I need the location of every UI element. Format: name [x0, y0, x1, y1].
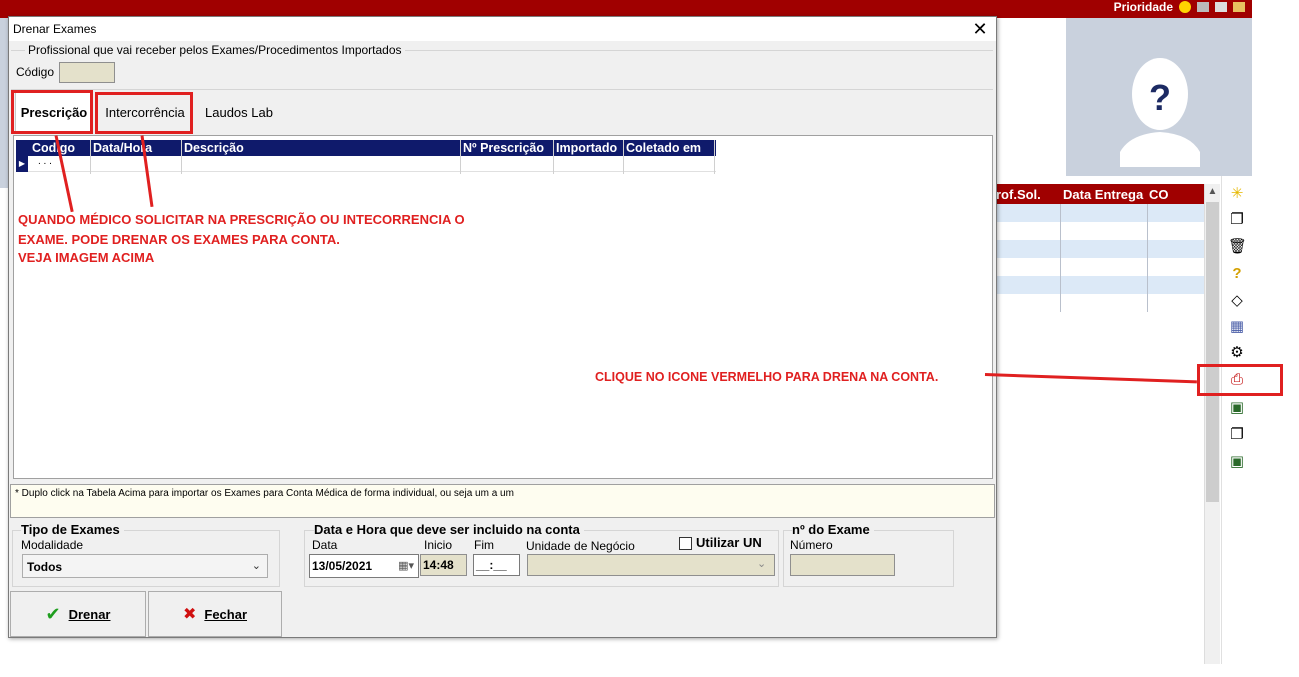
data-value: 13/05/2021 [312, 559, 373, 573]
table-row[interactable]: ▶ . . . [16, 156, 716, 172]
calendar-dropdown-icon[interactable]: ▦▾ [398, 559, 414, 572]
grid-divider [623, 140, 624, 174]
table-row[interactable] [996, 258, 1204, 276]
help-icon[interactable]: ? [1228, 265, 1246, 283]
numero-exame-title: nº do Exame [792, 522, 874, 537]
annotation-note-line-2: EXAME. PODE DRENAR OS EXAMES PARA CONTA. [18, 232, 340, 247]
eraser-icon[interactable]: ◇ [1228, 292, 1246, 310]
row-placeholder: . . . [38, 156, 52, 167]
close-icon[interactable]: ✕ [972, 19, 988, 39]
monitor-icon-2[interactable]: ▣ [1228, 453, 1246, 471]
inicio-label: Inicio [424, 538, 453, 552]
bg-table-header: rof.Sol. Data Entrega CO [996, 184, 1204, 204]
scroll-thumb[interactable] [1206, 202, 1219, 502]
data-hora-title: Data e Hora que deve ser incluido na con… [314, 522, 584, 537]
codigo-label: Código [16, 65, 55, 79]
col-n-prescricao[interactable]: Nº Prescrição [463, 141, 544, 155]
utilizar-un-checkbox[interactable] [679, 537, 692, 550]
col-coletado-em[interactable]: Coletado em [626, 141, 701, 155]
alert-small-icon[interactable] [1233, 2, 1245, 12]
trash-icon[interactable]: 🗑 [1228, 238, 1247, 256]
grid-divider [90, 140, 91, 174]
annotation-note-line-3: VEJA IMAGEM ACIMA [18, 250, 155, 265]
data-picker[interactable]: 13/05/2021 ▦▾ [309, 554, 419, 578]
monitor-icon[interactable]: ▣ [1228, 399, 1246, 417]
scroll-up-icon[interactable]: ▲ [1205, 184, 1220, 200]
dialog-title: Drenar Exames [13, 22, 97, 36]
help-circle-icon[interactable] [1179, 1, 1191, 13]
bg-col-divider [1147, 204, 1148, 312]
info-hint: * Duplo click na Tabela Acima para impor… [10, 484, 995, 518]
user-settings-icon[interactable]: ⚙ [1228, 344, 1246, 362]
tipo-exames-title: Tipo de Exames [21, 522, 124, 537]
numero-input[interactable] [790, 554, 895, 576]
annotation-note-line-1: QUANDO MÉDICO SOLICITAR NA PRESCRIÇÃO OU… [18, 212, 465, 227]
fim-input[interactable]: __:__ [473, 554, 520, 576]
annotation-click-note: CLIQUE NO ICONE VERMELHO PARA DRENA NA C… [595, 370, 939, 384]
app-left-strip [0, 18, 8, 188]
priority-label: Prioridade [1113, 0, 1173, 14]
grid-divider [460, 140, 461, 174]
table-row[interactable] [996, 240, 1204, 258]
col-codigo[interactable]: Codigo [32, 141, 75, 155]
table-row[interactable] [996, 276, 1204, 294]
data-label: Data [312, 538, 338, 552]
table-row[interactable] [996, 222, 1204, 240]
unidade-label: Unidade de Negócio [526, 539, 635, 553]
calendar-icon[interactable]: ▦ [1228, 318, 1246, 336]
highlight-intercorrencia-tab [95, 92, 193, 134]
grid-divider [181, 140, 182, 174]
bg-vertical-scrollbar[interactable]: ▲ [1204, 184, 1220, 664]
group-border [11, 89, 993, 90]
tab-laudos-lab[interactable]: Laudos Lab [197, 92, 281, 132]
close-x-icon: ✖ [182, 606, 197, 623]
highlight-print-red-icon [1197, 364, 1283, 396]
drenar-button[interactable]: ✔ Drenar [10, 591, 146, 637]
bg-col-co: CO [1149, 186, 1169, 202]
fim-label: Fim [474, 538, 494, 552]
table-row[interactable] [996, 204, 1204, 222]
bg-col-divider [1060, 204, 1061, 312]
professional-group-title: Profissional que vai receber pelos Exame… [25, 43, 405, 57]
documents-icon[interactable]: ❐ [1228, 426, 1246, 444]
unknown-person-icon: ? [1120, 58, 1200, 167]
grid-header: Codigo Data/Hora Descrição Nº Prescrição… [16, 140, 716, 156]
row-indicator-icon: ▶ [16, 156, 28, 172]
exams-grid[interactable]: Codigo Data/Hora Descrição Nº Prescrição… [16, 140, 716, 174]
codigo-input[interactable] [59, 62, 115, 83]
bg-col-prof-sol: rof.Sol. [996, 186, 1041, 202]
dialog-titlebar[interactable]: Drenar Exames ✕ [9, 17, 996, 41]
numero-label: Número [790, 538, 833, 552]
modalidade-value: Todos [27, 560, 63, 574]
copy-icon[interactable]: ❐ [1228, 211, 1246, 229]
annotation-pointer-line [984, 373, 1197, 384]
table-row[interactable] [996, 294, 1204, 312]
inicio-input[interactable]: 14:48 [420, 554, 467, 576]
print-small-icon[interactable] [1215, 2, 1227, 12]
col-importado[interactable]: Importado [556, 141, 617, 155]
highlight-prescricao-tab [11, 90, 93, 134]
unidade-select[interactable] [527, 554, 775, 576]
app-top-right: Prioridade [1114, 0, 1245, 14]
svg-text:?: ? [1149, 77, 1171, 118]
check-icon: ✔ [45, 603, 61, 624]
bg-col-data-entrega: Data Entrega [1063, 186, 1144, 202]
fechar-button[interactable]: ✖ Fechar [148, 591, 282, 637]
drenar-label: Drenar [68, 606, 111, 622]
chevron-down-icon: ⌄ [757, 558, 767, 570]
chevron-down-icon: ⌄ [251, 560, 261, 572]
modalidade-label: Modalidade [21, 538, 84, 552]
modalidade-select[interactable]: Todos ⌄ [22, 554, 268, 578]
tab-panel-prescricao: Codigo Data/Hora Descrição Nº Prescrição… [13, 135, 993, 479]
grid-divider [714, 140, 715, 174]
utilizar-un-label: Utilizar UN [696, 535, 762, 550]
col-descricao[interactable]: Descrição [184, 141, 244, 155]
new-icon[interactable]: ✳ [1228, 185, 1246, 203]
grid-divider [553, 140, 554, 174]
fechar-label: Fechar [204, 606, 248, 622]
grid-small-icon[interactable] [1197, 2, 1209, 12]
